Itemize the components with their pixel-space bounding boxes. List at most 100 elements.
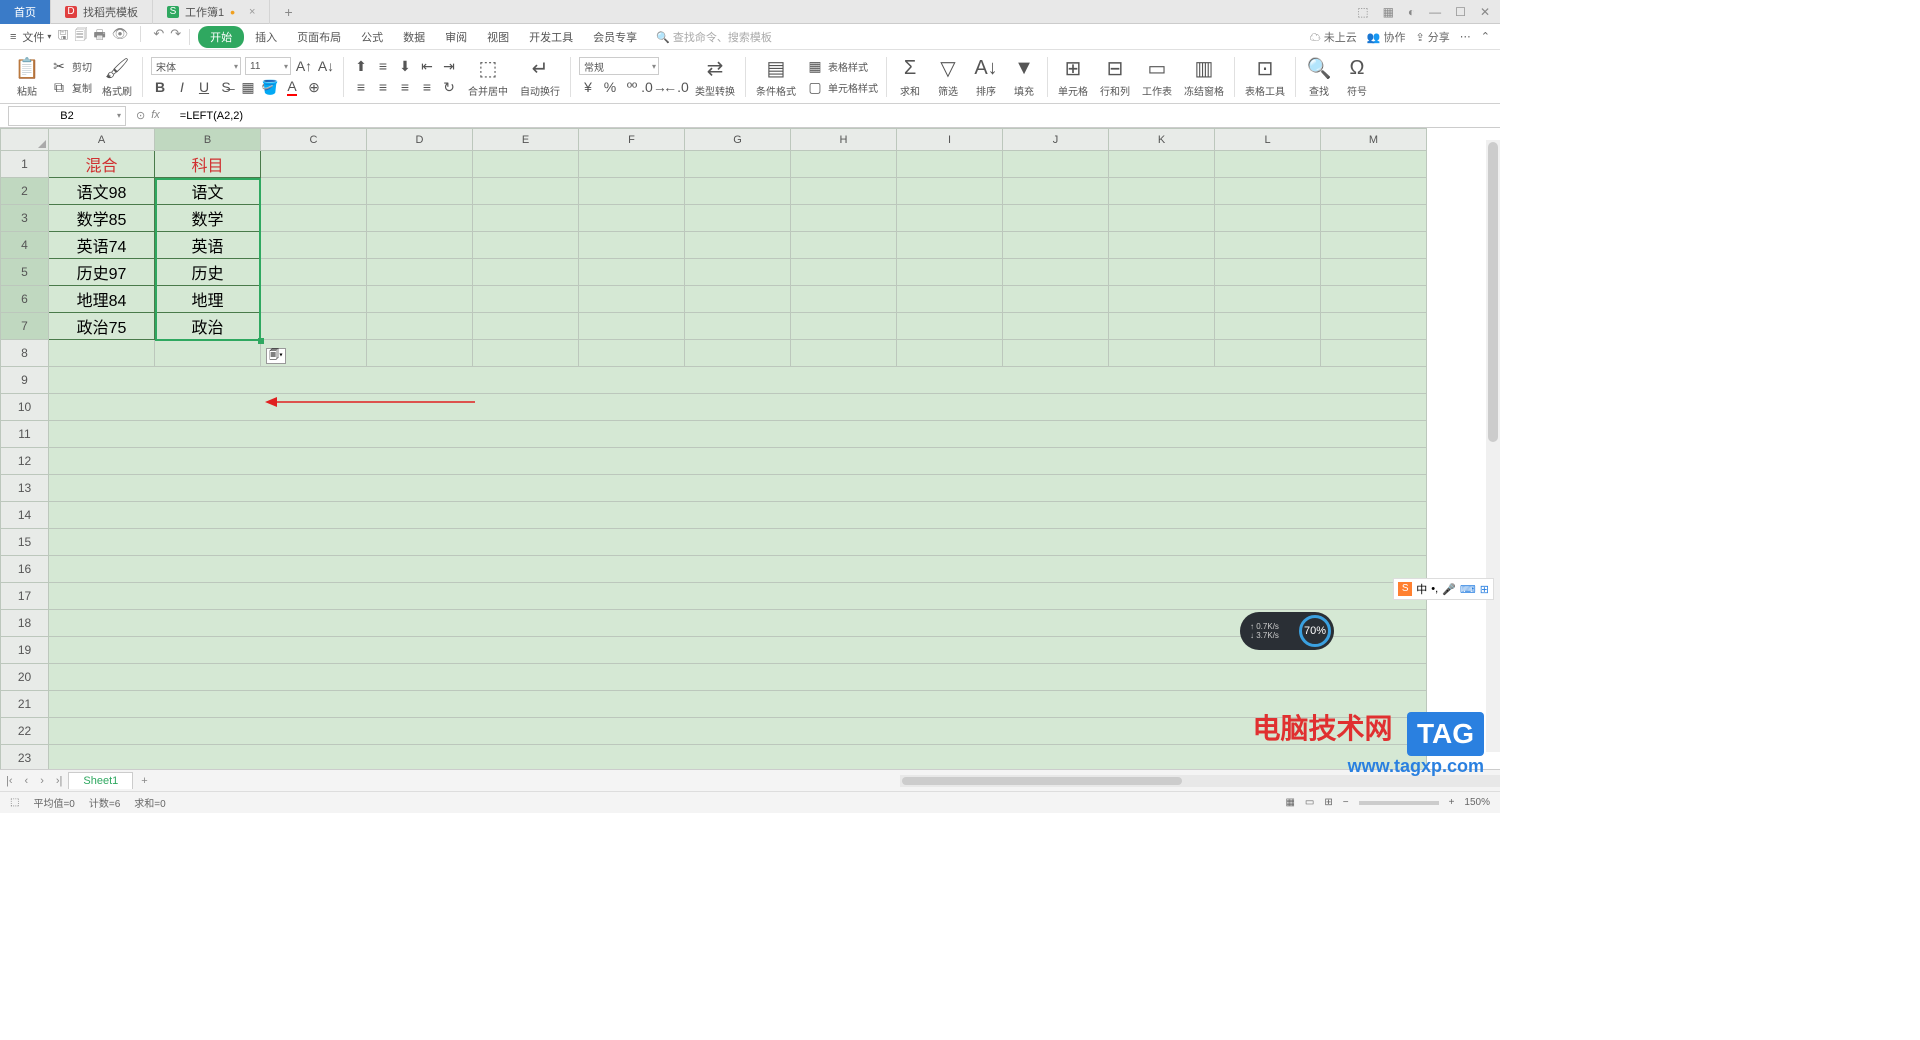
view-break-icon[interactable]: ⊞ [1324,797,1332,808]
row-header[interactable]: 15 [1,529,49,556]
name-box[interactable]: B2 [8,106,126,126]
cut-button[interactable]: 剪切 [72,59,92,74]
orientation-icon[interactable]: ↻ [440,78,458,96]
maximize-icon[interactable]: ☐ [1455,5,1466,19]
cell[interactable]: 历史97 [49,259,155,286]
align-right-icon[interactable]: ≡ [396,78,414,96]
cell[interactable] [685,151,791,178]
underline-icon[interactable]: U [195,78,213,96]
cell[interactable] [897,151,1003,178]
ime-keyboard-icon[interactable]: ⌨ [1460,583,1476,596]
cell[interactable] [473,286,579,313]
cell[interactable]: 数学85 [49,205,155,232]
row-header[interactable]: 7 [1,313,49,340]
zoom-value[interactable]: 150% [1464,797,1490,808]
cell[interactable] [579,340,685,367]
fontcolor-icon[interactable]: A [283,78,301,96]
cell[interactable] [49,718,1427,745]
sort-button[interactable]: A↓排序 [967,55,1005,98]
cell[interactable] [473,232,579,259]
row-header[interactable]: 16 [1,556,49,583]
fillcolor-icon[interactable]: 🪣 [261,78,279,96]
cell[interactable] [897,340,1003,367]
menu-dev[interactable]: 开发工具 [520,26,582,48]
cell[interactable] [1321,205,1427,232]
align-top-icon[interactable]: ⬆ [352,57,370,75]
minimize-icon[interactable]: — [1429,5,1441,19]
cell[interactable] [49,691,1427,718]
row-header[interactable]: 23 [1,745,49,772]
cell[interactable] [1109,205,1215,232]
cell[interactable] [1109,178,1215,205]
cell[interactable] [791,286,897,313]
cellstyle-icon[interactable]: ▢ [806,78,824,96]
cell[interactable] [1321,151,1427,178]
cell-button[interactable]: ⊞单元格 [1052,55,1094,98]
align-mid-icon[interactable]: ≡ [374,57,392,75]
apps-icon[interactable]: ▦ [1383,5,1394,19]
cell[interactable] [579,313,685,340]
col-header[interactable]: E [473,129,579,151]
cell[interactable] [897,259,1003,286]
freeze-button[interactable]: ▥冻结窗格 [1178,55,1230,98]
cell[interactable] [1321,232,1427,259]
sheet-tab[interactable]: Sheet1 [68,772,133,789]
tablestyle-button[interactable]: 表格样式 [828,59,868,74]
tab-workbook[interactable]: S工作簿1•× [153,0,270,24]
cell[interactable] [579,286,685,313]
save-icon[interactable]: 🖫 [57,26,68,48]
undo-icon[interactable]: ↶ [153,26,164,48]
cell[interactable] [1215,205,1321,232]
row-header[interactable]: 1 [1,151,49,178]
cell[interactable] [1215,313,1321,340]
cell[interactable]: 科目 [155,151,261,178]
close-window-icon[interactable]: ✕ [1480,5,1490,19]
grow-font-icon[interactable]: A↑ [295,57,313,75]
cell[interactable] [155,340,261,367]
cell[interactable] [261,313,367,340]
row-header[interactable]: 2 [1,178,49,205]
cell[interactable] [791,232,897,259]
view-normal-icon[interactable]: ▦ [1285,797,1294,808]
cell[interactable] [1003,232,1109,259]
row-header[interactable]: 3 [1,205,49,232]
ime-settings-icon[interactable]: ⊞ [1480,583,1489,596]
cell[interactable] [261,205,367,232]
cell[interactable] [49,529,1427,556]
bold-icon[interactable]: B [151,78,169,96]
shrink-font-icon[interactable]: A↓ [317,57,335,75]
ime-mic-icon[interactable]: 🎤 [1442,583,1456,596]
cell[interactable] [49,340,155,367]
cloud-status[interactable]: ☁ 未上云 [1310,29,1357,45]
cell[interactable] [579,232,685,259]
cell[interactable] [897,286,1003,313]
cell[interactable] [367,313,473,340]
border-icon[interactable]: ▦ [239,78,257,96]
dec-decimal-icon[interactable]: ←.0 [667,78,685,96]
tabletool-button[interactable]: ⊡表格工具 [1239,55,1291,98]
menu-insert[interactable]: 插入 [246,26,286,48]
sheet-prev-icon[interactable]: ‹ [19,775,35,787]
cell[interactable] [1215,232,1321,259]
col-header[interactable]: L [1215,129,1321,151]
cell[interactable] [367,259,473,286]
cell[interactable] [1109,232,1215,259]
cell[interactable] [49,610,1427,637]
symbol-button[interactable]: Ω符号 [1338,55,1376,98]
cell[interactable] [1109,340,1215,367]
row-header[interactable]: 12 [1,448,49,475]
phonetic-icon[interactable]: ⊕ [305,78,323,96]
cell[interactable] [473,259,579,286]
indent-dec-icon[interactable]: ⇤ [418,57,436,75]
saveas-icon[interactable]: 🗐 [75,26,88,48]
cell[interactable] [685,340,791,367]
col-header[interactable]: J [1003,129,1109,151]
cell[interactable]: 英语 [155,232,261,259]
row-header[interactable]: 9 [1,367,49,394]
comma-icon[interactable]: ºº [623,78,641,96]
row-header[interactable]: 4 [1,232,49,259]
col-header[interactable]: I [897,129,1003,151]
cell[interactable] [685,232,791,259]
row-header[interactable]: 14 [1,502,49,529]
cell[interactable]: 混合 [49,151,155,178]
